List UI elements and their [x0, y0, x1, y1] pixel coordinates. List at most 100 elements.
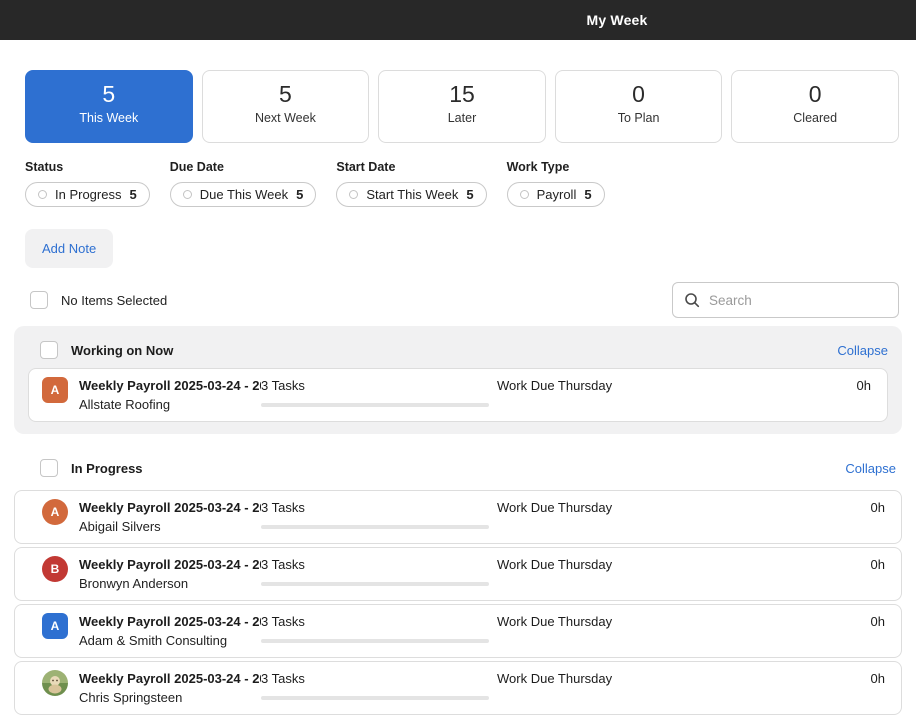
task-progress-bar	[261, 582, 489, 586]
chip-label: Due This Week	[199, 187, 289, 202]
task-hours-label: 0h	[870, 671, 885, 686]
section-in-progress: In Progress Collapse A Weekly Payroll 20…	[14, 452, 902, 715]
avatar-slot: A	[42, 613, 68, 639]
tasks-count-label: 3 Tasks	[261, 671, 305, 686]
section-title: Working on Now	[71, 342, 174, 358]
task-progress-bar	[261, 403, 489, 407]
avatar: A	[42, 499, 68, 525]
task-title: Weekly Payroll 2025-03-24 - 2025-0...	[79, 378, 261, 393]
task-row[interactable]: A Weekly Payroll 2025-03-24 - 2025-0... …	[14, 604, 902, 658]
chip-count: 5	[466, 187, 474, 202]
card-label: This Week	[79, 111, 139, 126]
avatar-slot: A	[42, 499, 68, 525]
tasks-count-label: 3 Tasks	[261, 378, 305, 393]
filter-group-work-type: Work Type Payroll 5	[506, 160, 605, 207]
task-text-column: Weekly Payroll 2025-03-24 - 2025-0... Ad…	[79, 605, 261, 648]
select-all-checkbox[interactable]	[30, 291, 48, 309]
card-to-plan[interactable]: 0 To Plan	[554, 70, 723, 143]
card-this-week[interactable]: 5 This Week	[25, 70, 193, 143]
filter-group-label: Due Date	[169, 160, 224, 174]
task-client: Chris Springsteen	[79, 690, 183, 705]
task-due-label: Work Due Thursday	[497, 378, 613, 393]
chip-label: In Progress	[55, 187, 122, 202]
search-box[interactable]	[672, 282, 899, 318]
avatar: A	[42, 613, 68, 639]
task-due-label: Work Due Thursday	[497, 614, 613, 629]
filter-bar: Status In Progress 5 Due Date Due This W…	[25, 160, 916, 207]
tasks-count-label: 3 Tasks	[261, 500, 305, 515]
task-count-column: 3 Tasks	[261, 548, 497, 586]
filter-group-start-date: Start Date Start This Week 5	[336, 160, 487, 207]
task-progress-bar	[261, 696, 489, 700]
task-hours-label: 0h	[870, 614, 885, 629]
status-dot-icon	[38, 190, 47, 199]
card-count: 5	[278, 81, 292, 107]
section-header: In Progress Collapse	[14, 452, 902, 484]
task-text-column: Weekly Payroll 2025-03-24 - 2025-0... Br…	[79, 548, 261, 591]
task-count-column: 3 Tasks	[261, 369, 497, 407]
summary-cards: 5 This Week 5 Next Week 15 Later 0 To Pl…	[25, 70, 899, 143]
tasks-count-label: 3 Tasks	[261, 557, 305, 572]
section-title: In Progress	[71, 460, 143, 476]
avatar: A	[42, 377, 68, 403]
task-row[interactable]: A Weekly Payroll 2025-03-24 - 2025-0... …	[28, 368, 888, 422]
selection-left: No Items Selected	[30, 291, 167, 309]
avatar-slot: B	[42, 556, 68, 582]
task-count-column: 3 Tasks	[261, 662, 497, 700]
card-cleared[interactable]: 0 Cleared	[731, 70, 899, 143]
filter-group-due-date: Due Date Due This Week 5	[169, 160, 317, 207]
tasks-count-label: 3 Tasks	[261, 614, 305, 629]
task-title: Weekly Payroll 2025-03-24 - 2025-0...	[79, 500, 261, 515]
card-label: Later	[447, 111, 477, 126]
search-input[interactable]	[709, 292, 887, 308]
top-bar: My Week	[0, 0, 916, 40]
avatar-slot	[42, 670, 68, 696]
task-title: Weekly Payroll 2025-03-24 - 2025-0...	[79, 614, 261, 629]
filter-chip-payroll[interactable]: Payroll 5	[506, 182, 605, 207]
avatar-slot: A	[42, 377, 68, 403]
section-checkbox[interactable]	[40, 459, 58, 477]
task-hours-label: 0h	[870, 500, 885, 515]
add-note-button[interactable]: Add Note	[25, 229, 114, 268]
task-row[interactable]: B Weekly Payroll 2025-03-24 - 2025-0... …	[14, 547, 902, 601]
selection-status-label: No Items Selected	[61, 292, 168, 308]
search-icon	[685, 293, 700, 308]
filter-chip-in-progress[interactable]: In Progress 5	[25, 182, 150, 207]
task-row[interactable]: Weekly Payroll 2025-03-24 - 2025-0... Ch…	[14, 661, 902, 715]
task-title: Weekly Payroll 2025-03-24 - 2025-0...	[79, 671, 261, 686]
filter-group-label: Work Type	[506, 160, 570, 174]
page-title: My Week	[586, 12, 648, 28]
filter-group-label: Start Date	[336, 160, 396, 174]
pet-photo-icon	[42, 670, 68, 696]
task-client: Allstate Roofing	[79, 397, 171, 412]
task-text-column: Weekly Payroll 2025-03-24 - 2025-0... Ch…	[79, 662, 261, 705]
chip-count: 5	[296, 187, 304, 202]
task-due-label: Work Due Thursday	[497, 557, 613, 572]
filter-chip-start-this-week[interactable]: Start This Week 5	[336, 182, 487, 207]
task-due-label: Work Due Thursday	[497, 671, 613, 686]
card-count: 0	[808, 81, 822, 107]
task-progress-bar	[261, 639, 489, 643]
chip-label: Payroll	[536, 187, 577, 202]
card-later[interactable]: 15 Later	[378, 70, 546, 143]
card-next-week[interactable]: 5 Next Week	[201, 70, 370, 143]
selection-search-row: No Items Selected	[30, 282, 899, 318]
card-label: Cleared	[793, 111, 838, 126]
card-label: Next Week	[254, 111, 316, 126]
task-hours-label: 0h	[856, 378, 871, 393]
collapse-link[interactable]: Collapse	[837, 343, 888, 358]
section-checkbox[interactable]	[40, 341, 58, 359]
section-working-on-now: Working on Now Collapse A Weekly Payroll…	[14, 326, 902, 434]
task-client: Adam & Smith Consulting	[79, 633, 228, 648]
task-client: Bronwyn Anderson	[79, 576, 189, 591]
task-hours-label: 0h	[870, 557, 885, 572]
task-due-label: Work Due Thursday	[497, 500, 613, 515]
task-text-column: Weekly Payroll 2025-03-24 - 2025-0... Ab…	[79, 491, 261, 534]
collapse-link[interactable]: Collapse	[845, 461, 896, 476]
task-progress-bar	[261, 525, 489, 529]
chip-count: 5	[584, 187, 592, 202]
filter-chip-due-this-week[interactable]: Due This Week 5	[169, 182, 317, 207]
section-header: Working on Now Collapse	[28, 334, 888, 366]
task-row[interactable]: A Weekly Payroll 2025-03-24 - 2025-0... …	[14, 490, 902, 544]
avatar-photo	[42, 670, 68, 696]
